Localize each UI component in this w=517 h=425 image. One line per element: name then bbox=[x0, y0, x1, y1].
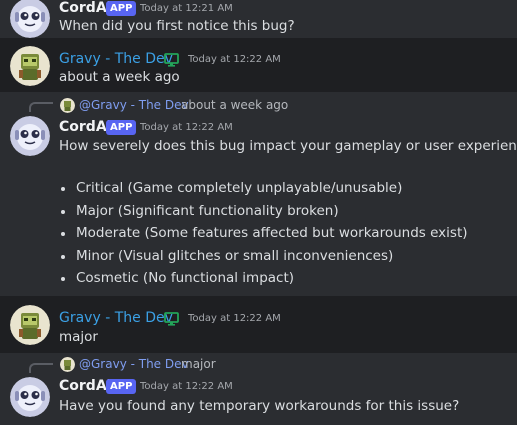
reply-preview[interactable]: about a week ago bbox=[181, 98, 288, 113]
message-cordai-3: @Gravy - The Dev major CordAi APP Today … bbox=[0, 353, 517, 425]
list-item: Cosmetic (No functional impact) bbox=[59, 267, 468, 290]
reply-connector bbox=[29, 363, 53, 373]
message-text: When did you first notice this bug? bbox=[59, 18, 295, 34]
timestamp[interactable]: Today at 12:22 AM bbox=[140, 121, 233, 135]
app-badge: APP bbox=[106, 379, 137, 394]
gravy-avatar-icon[interactable] bbox=[10, 46, 50, 86]
timestamp[interactable]: Today at 12:21 AM bbox=[140, 2, 233, 16]
cordai-avatar-icon[interactable] bbox=[10, 116, 50, 156]
reply-mention[interactable]: @Gravy - The Dev bbox=[79, 357, 189, 372]
message-gravy-2: Gravy - The Dev Today at 12:22 AM major bbox=[0, 296, 517, 353]
reply-mention[interactable]: @Gravy - The Dev bbox=[79, 98, 189, 113]
list-item: Major (Significant functionality broken) bbox=[59, 200, 468, 223]
reply-preview[interactable]: major bbox=[181, 357, 216, 372]
message-cordai-2: @Gravy - The Dev about a week ago CordAi… bbox=[0, 92, 517, 296]
message-cordai-1: CordAi APP Today at 12:21 AM When did yo… bbox=[0, 0, 517, 38]
reply-connector bbox=[29, 102, 53, 112]
author-name[interactable]: CordAi bbox=[59, 377, 111, 395]
cordai-avatar-icon[interactable] bbox=[10, 377, 50, 417]
message-gravy-1: Gravy - The Dev Today at 12:22 AM about … bbox=[0, 38, 517, 92]
reply-avatar-icon[interactable] bbox=[60, 98, 75, 113]
cordai-avatar-icon[interactable] bbox=[10, 0, 50, 38]
message-text: Have you found any temporary workarounds… bbox=[59, 398, 460, 414]
message-text: major bbox=[59, 329, 98, 345]
list-item: Minor (Visual glitches or small inconven… bbox=[59, 245, 468, 268]
timestamp[interactable]: Today at 12:22 AM bbox=[188, 53, 281, 67]
message-text: about a week ago bbox=[59, 69, 180, 85]
app-badge: APP bbox=[106, 120, 137, 135]
gravy-avatar-icon[interactable] bbox=[10, 305, 50, 345]
author-name[interactable]: CordAi bbox=[59, 0, 111, 17]
severity-options-list: Critical (Game completely unplayable/unu… bbox=[59, 177, 468, 290]
monitor-icon bbox=[164, 52, 179, 67]
timestamp[interactable]: Today at 12:22 AM bbox=[188, 312, 281, 326]
list-item: Critical (Game completely unplayable/unu… bbox=[59, 177, 468, 200]
timestamp[interactable]: Today at 12:22 AM bbox=[140, 380, 233, 394]
author-name[interactable]: CordAi bbox=[59, 118, 111, 136]
author-name[interactable]: Gravy - The Dev bbox=[59, 50, 173, 68]
app-badge: APP bbox=[106, 1, 137, 16]
author-name[interactable]: Gravy - The Dev bbox=[59, 309, 173, 327]
list-item: Moderate (Some features affected but wor… bbox=[59, 222, 468, 245]
reply-avatar-icon[interactable] bbox=[60, 357, 75, 372]
monitor-icon bbox=[164, 311, 179, 326]
message-text: How severely does this bug impact your g… bbox=[59, 138, 517, 154]
